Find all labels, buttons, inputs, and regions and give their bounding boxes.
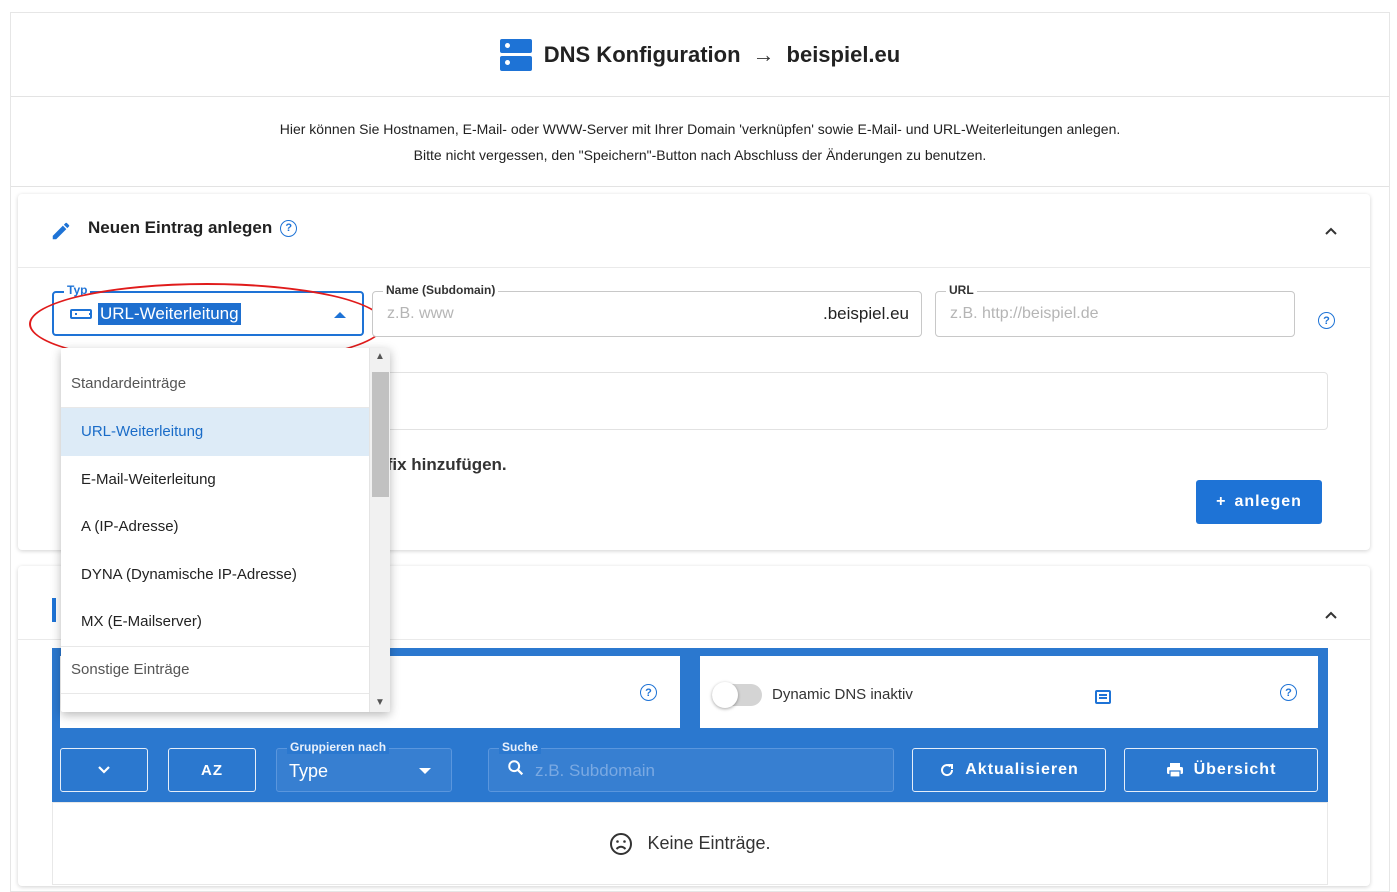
group-by-value: Type	[289, 761, 329, 781]
scrollbar-thumb[interactable]	[372, 372, 389, 497]
caret-up-icon	[334, 312, 346, 318]
dropdown-item-email-forward[interactable]: E-Mail-Weiterleitung	[61, 456, 369, 504]
url-help-icon[interactable]: ?	[1318, 312, 1335, 329]
search-icon	[508, 760, 524, 776]
empty-result-text: Keine Einträge.	[647, 833, 771, 853]
dropdown-item-url-forward[interactable]: URL-Weiterleitung	[61, 408, 369, 456]
plus-icon: +	[1216, 493, 1227, 510]
domain-suffix: .beispiel.eu	[822, 304, 909, 323]
pencil-icon	[52, 222, 70, 240]
refresh-icon	[941, 764, 954, 777]
printer-icon	[1166, 763, 1183, 778]
page-header: DNS Konfiguration → beispiel.eu	[11, 13, 1389, 97]
dropdown-group-standard: Standardeinträge	[61, 360, 369, 408]
page-title: DNS Konfiguration	[543, 41, 741, 67]
sort-button[interactable]: AZ	[168, 748, 256, 792]
new-entry-title: Neuen Eintrag anlegen ?	[88, 218, 298, 238]
dropdown-item-dyna-record[interactable]: DYNA (Dynamische IP-Adresse)	[61, 551, 369, 599]
intro-text: Hier können Sie Hostnamen, E-Mail- oder …	[11, 97, 1389, 187]
domain-name: beispiel.eu	[786, 41, 901, 67]
intro-line-1: Hier können Sie Hostnamen, E-Mail- oder …	[279, 120, 1121, 137]
caret-down-icon	[419, 768, 431, 774]
type-label: Typ	[64, 283, 91, 297]
dyndns-label: Dynamic DNS inaktiv	[772, 686, 913, 703]
search-input[interactable]: Suche z.B. Subdomain	[488, 740, 894, 792]
hint-text: ifix hinzufügen.	[382, 455, 507, 474]
scroll-up-icon[interactable]: ▲	[375, 352, 385, 362]
chevron-up-icon[interactable]	[1324, 608, 1338, 622]
dropdown-scrollbar[interactable]: ▲ ▼	[369, 348, 390, 712]
help-icon[interactable]: ?	[280, 219, 298, 237]
empty-result: Keine Einträge.	[52, 802, 1328, 885]
group-by-select[interactable]: Gruppieren nach Type	[276, 740, 452, 792]
dropdown-item-mx-record[interactable]: MX (E-Mailserver)	[61, 598, 369, 646]
chevron-up-icon[interactable]	[1324, 224, 1338, 238]
url-placeholder: z.B. http://beispiel.de	[950, 305, 1099, 322]
add-entry-button[interactable]: + anlegen	[1196, 480, 1322, 524]
overview-button-label: Übersicht	[1193, 761, 1277, 778]
sort-az-icon: AZ	[201, 761, 223, 779]
search-label: Suche	[499, 740, 542, 754]
subdomain-input[interactable]: Name (Subdomain) z.B. www .beispiel.eu	[372, 283, 922, 337]
search-placeholder: z.B. Subdomain	[535, 761, 656, 780]
subdomain-label: Name (Subdomain)	[383, 283, 499, 297]
new-entry-title-text: Neuen Eintrag anlegen	[88, 218, 273, 237]
dyndns-box: Dynamic DNS inaktiv ?	[700, 656, 1318, 728]
add-entry-button-label: anlegen	[1234, 493, 1302, 510]
arrow-right-icon: →	[752, 41, 775, 67]
refresh-button-label: Aktualisieren	[965, 761, 1079, 778]
server-icon	[499, 38, 532, 71]
link-type-icon	[70, 309, 92, 319]
dropdown-item-a-record[interactable]: A (IP-Adresse)	[61, 503, 369, 551]
help-icon[interactable]: ?	[1280, 684, 1297, 701]
type-select-value: URL-Weiterleitung	[98, 303, 241, 325]
dyndns-toggle[interactable]	[712, 682, 762, 708]
url-input[interactable]: URL z.B. http://beispiel.de	[935, 283, 1295, 337]
type-select[interactable]: Typ URL-Weiterleitung	[52, 283, 364, 336]
subdomain-placeholder: z.B. www	[387, 305, 454, 322]
dropdown-group-other: Sonstige Einträge	[61, 645, 369, 694]
new-entry-header[interactable]: Neuen Eintrag anlegen ?	[18, 194, 1370, 268]
entries-header-marker	[52, 598, 56, 622]
chevron-down-icon	[98, 766, 110, 774]
help-icon[interactable]: ?	[640, 684, 657, 701]
message-icon[interactable]	[1095, 690, 1111, 704]
sad-face-icon	[610, 832, 633, 855]
intro-line-2: Bitte nicht vergessen, den "Speichern"-B…	[413, 146, 987, 163]
type-dropdown-list: Standardeinträge URL-Weiterleitung E-Mai…	[61, 348, 390, 712]
scroll-down-icon[interactable]: ▼	[375, 698, 385, 708]
refresh-button[interactable]: Aktualisieren	[912, 748, 1106, 792]
overview-button[interactable]: Übersicht	[1124, 748, 1318, 792]
group-by-label: Gruppieren nach	[287, 740, 390, 754]
expand-button[interactable]	[60, 748, 148, 792]
url-label: URL	[946, 283, 977, 297]
secondary-input[interactable]	[372, 372, 1328, 430]
